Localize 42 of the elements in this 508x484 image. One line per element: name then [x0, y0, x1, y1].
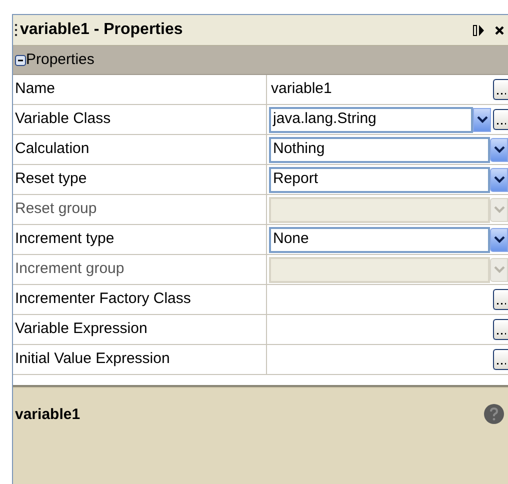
ellipsis-button[interactable]	[493, 109, 508, 130]
dropdown-arrow-button[interactable]	[490, 228, 508, 252]
property-label: Reset group	[15, 199, 97, 220]
property-label: Initial Value Expression	[15, 349, 170, 370]
dropdown-field[interactable]: Nothing	[269, 136, 490, 162]
dropdown-value: None	[272, 229, 309, 250]
collapse-icon[interactable]	[15, 54, 26, 66]
property-label: Reset type	[15, 169, 87, 190]
dropdown-field[interactable]: None	[269, 226, 490, 252]
chevron-icon	[494, 236, 504, 243]
property-label: Variable Expression	[15, 319, 148, 340]
dock-icon[interactable]	[473, 24, 485, 36]
chevron-icon	[476, 116, 488, 123]
ellipsis-button[interactable]	[493, 79, 508, 100]
dropdown-value: java.lang.String	[272, 109, 376, 130]
window-title: variable1 - Properties	[20, 20, 183, 40]
dropdown-field[interactable]: java.lang.String	[269, 106, 473, 132]
property-label: Name	[15, 79, 56, 100]
ellipsis-button[interactable]	[493, 319, 508, 340]
ellipsis-button[interactable]	[493, 289, 508, 310]
chevron-icon	[494, 146, 504, 153]
description-title: variable1	[15, 405, 80, 425]
dropdown-arrow-button[interactable]	[490, 138, 508, 162]
dropdown-value: Report	[272, 169, 318, 190]
section-label: Properties	[26, 50, 94, 70]
dropdown-arrow-button[interactable]	[490, 168, 508, 192]
chevron-icon	[494, 266, 504, 273]
property-label: Increment type	[15, 229, 114, 250]
close-icon[interactable]	[495, 26, 504, 34]
grip-icon[interactable]	[15, 23, 18, 37]
chevron-icon	[494, 206, 504, 213]
property-label: Incrementer Factory Class	[15, 289, 191, 310]
property-label: Increment group	[15, 259, 124, 280]
value-text[interactable]: variable1	[269, 78, 332, 101]
dropdown-arrow-button[interactable]	[473, 108, 491, 132]
property-label: Variable Class	[15, 109, 111, 130]
property-label: Calculation	[15, 139, 90, 160]
dropdown-value: Nothing	[272, 139, 325, 160]
dropdown-field[interactable]: Report	[269, 166, 490, 192]
chevron-icon	[494, 176, 504, 183]
ellipsis-button[interactable]	[493, 349, 508, 370]
help-icon[interactable]	[484, 404, 504, 424]
